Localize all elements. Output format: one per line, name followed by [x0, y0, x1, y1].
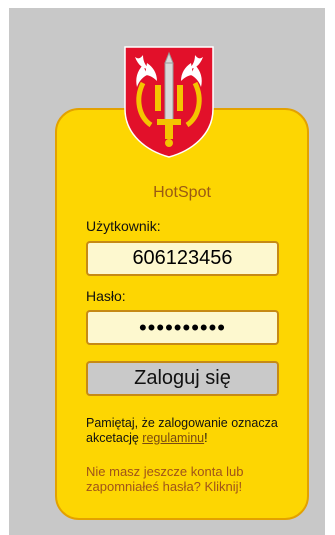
login-button[interactable]: Zaloguj się	[86, 361, 279, 396]
forgot-password-link[interactable]: Nie masz jeszcze konta lub zapomniałeś h…	[86, 464, 291, 494]
page-title: HotSpot	[153, 184, 211, 201]
terms-link[interactable]: regulaminu	[142, 431, 204, 445]
password-label: Hasło:	[86, 288, 126, 304]
terms-notice: Pamiętaj, że zalogowanie oznacza akcetac…	[86, 416, 291, 446]
login-card: HotSpot Użytkownik: 606123456 Hasło: •••…	[55, 108, 309, 520]
terms-suffix: !	[204, 431, 208, 445]
password-field[interactable]: ••••••••••	[86, 310, 279, 345]
coat-of-arms-icon	[124, 46, 214, 158]
username-label: Użytkownik:	[86, 218, 161, 234]
username-field[interactable]: 606123456	[86, 241, 279, 276]
